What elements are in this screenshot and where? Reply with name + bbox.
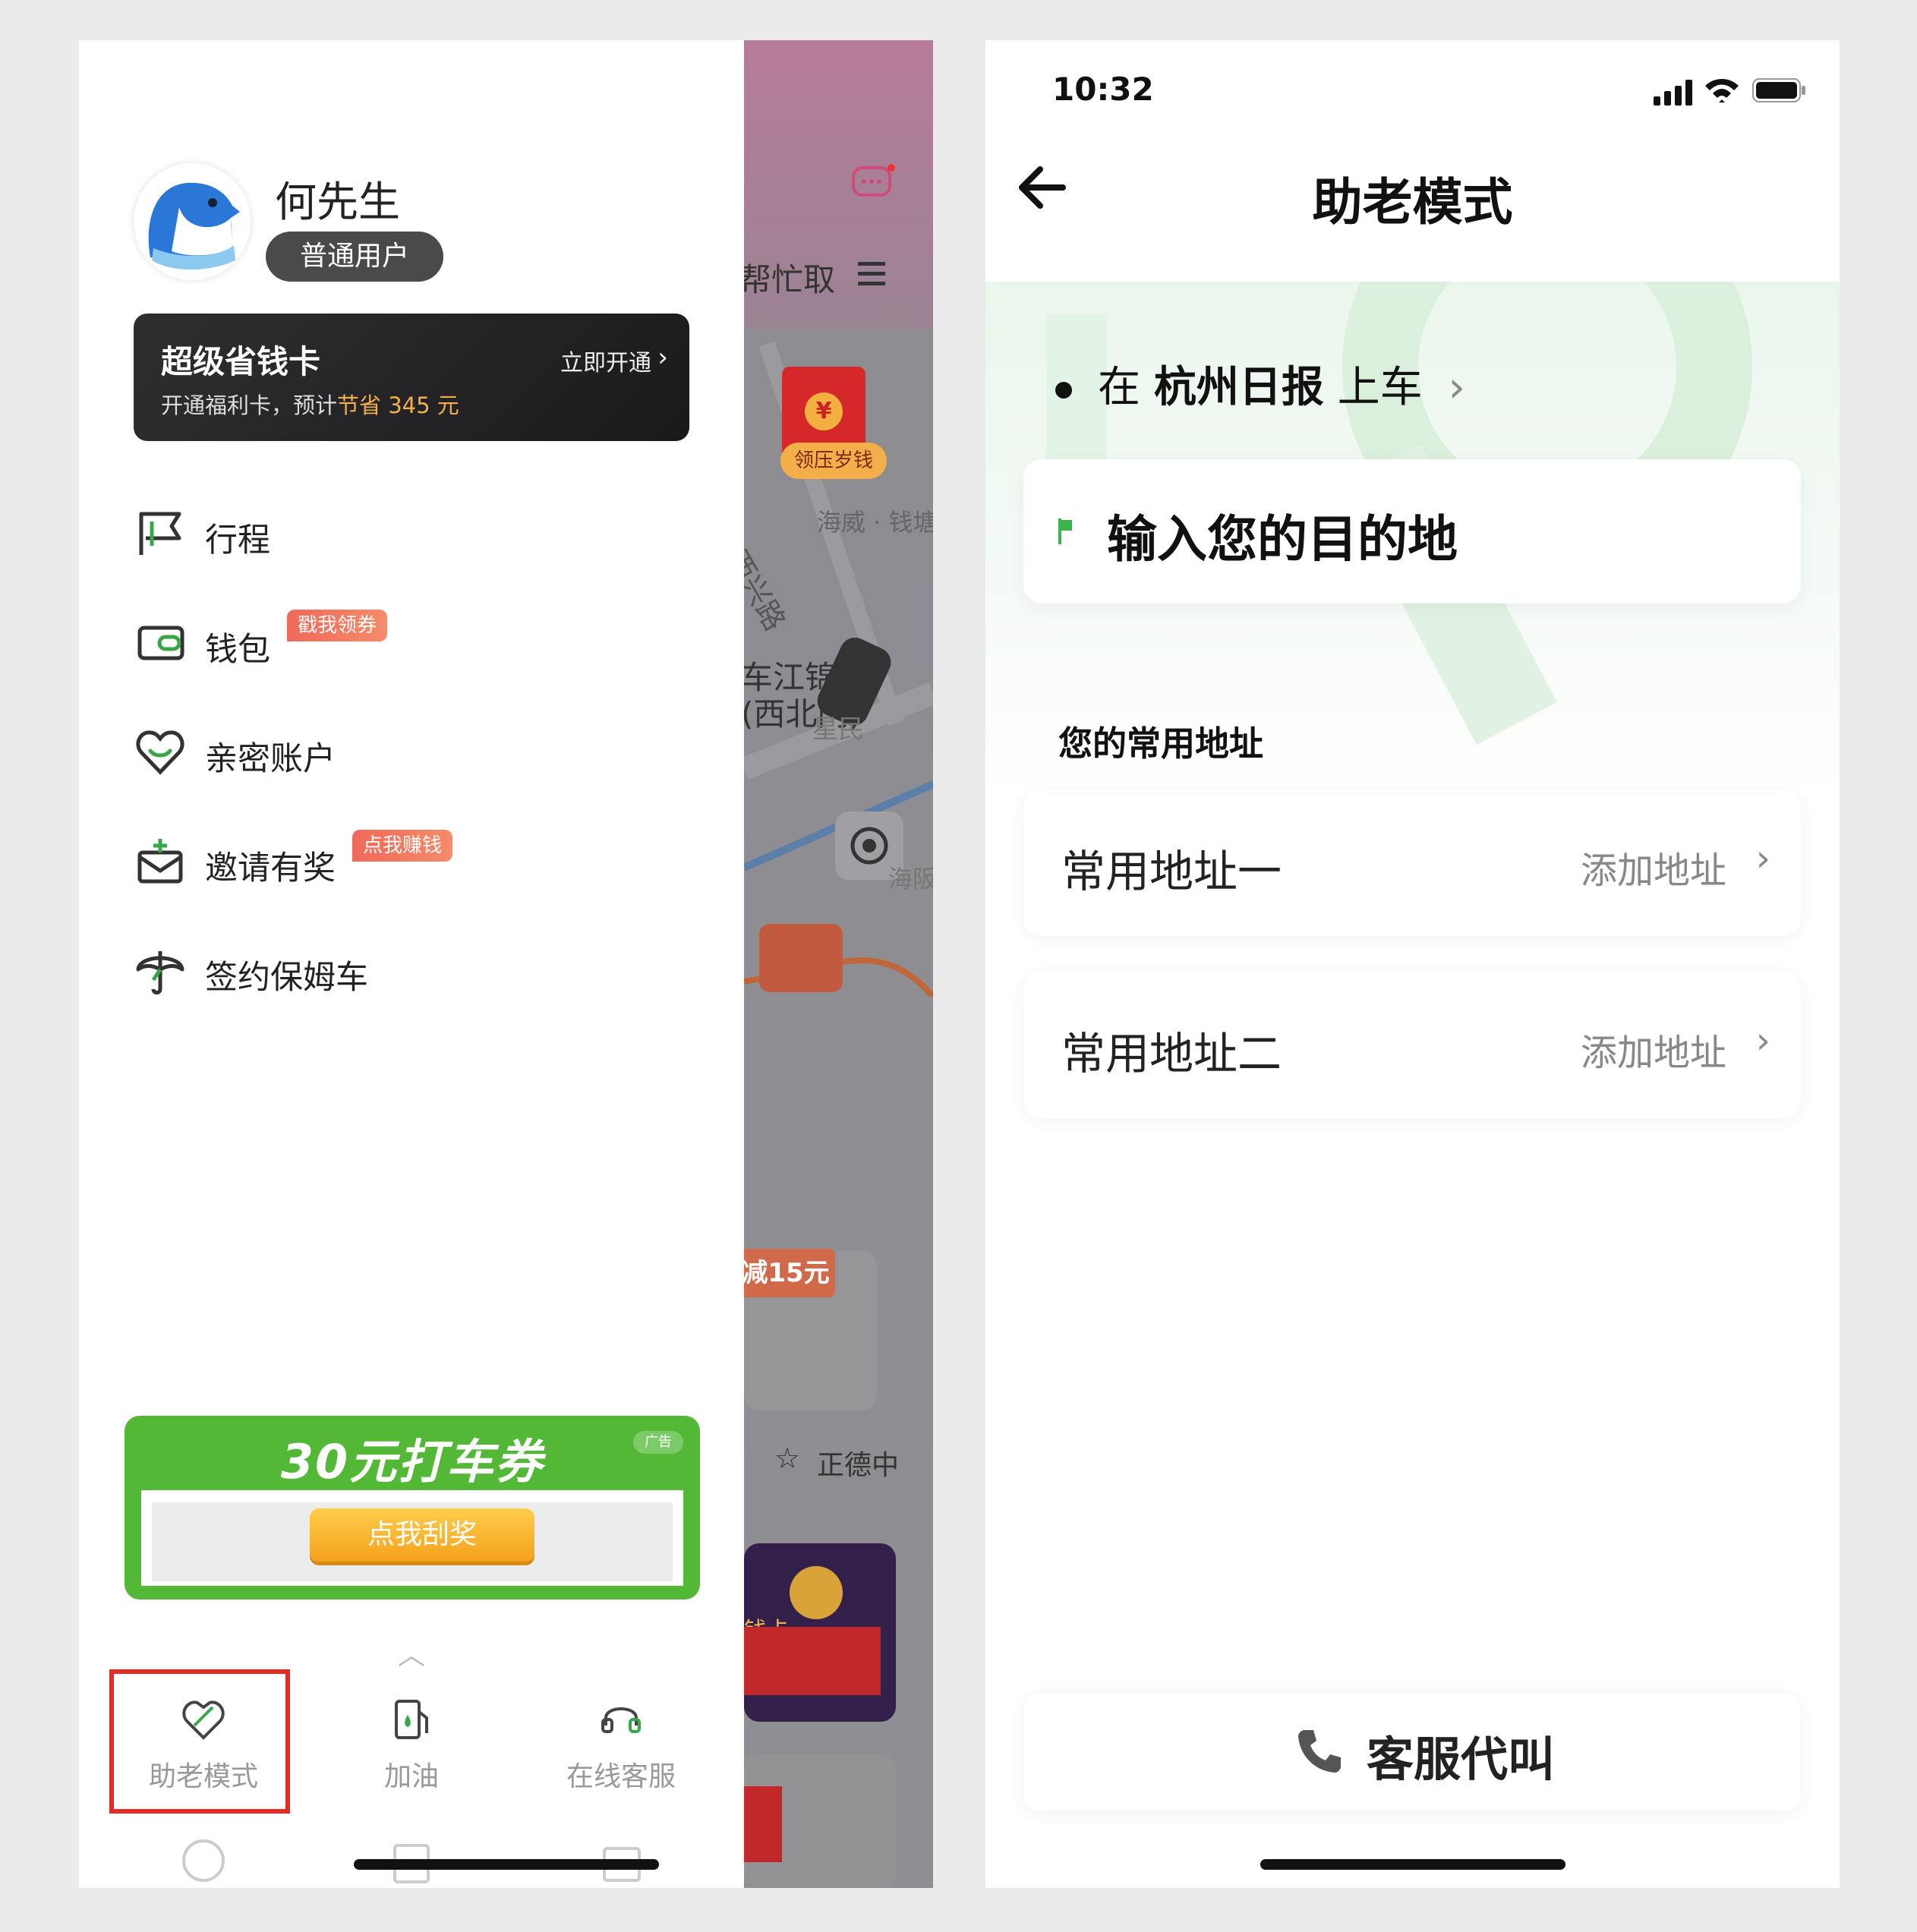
chevron-right-icon: ›	[657, 342, 668, 373]
savings-subtitle-text: 开通福利卡，预计	[161, 392, 338, 418]
side-drawer: 何先生 普通用户 超级省钱卡 开通福利卡，预计节省 345 元 立即开通 › 行…	[79, 40, 744, 1888]
menu-label: 亲密账户	[205, 740, 336, 778]
common-address-1[interactable]: 常用地址一 添加地址 ›	[1023, 790, 1801, 936]
ride-coupon-banner[interactable]: 30元打车券 广告 点我刮奖	[125, 1416, 700, 1599]
menu-item-invite[interactable]: 邀请有奖 点我赚钱	[134, 830, 665, 895]
wallet-icon	[137, 626, 184, 660]
destination-flag-icon	[1058, 518, 1072, 544]
savings-card-title: 超级省钱卡	[161, 343, 321, 380]
promo-envelope	[744, 1627, 881, 1695]
map-place-label: 海威 · 钱塘	[817, 508, 933, 537]
chevron-right-icon: ›	[1755, 1020, 1770, 1062]
section-title: 您的常用地址	[1058, 723, 1264, 764]
right-phone: 10:32 助老模式 在 杭州日报 上车 › 输入您的目的地 您的常用地址 常用…	[985, 40, 1840, 1888]
red-packet-label[interactable]: 领压岁钱	[780, 443, 887, 479]
user-name: 何先生	[275, 178, 401, 226]
battery-icon	[1752, 78, 1805, 102]
pickup-suffix: 上车	[1337, 363, 1423, 412]
red-envelope	[744, 1786, 782, 1862]
coupon-tag[interactable]: 戳我领券	[287, 610, 388, 641]
promo-icon[interactable]	[759, 924, 843, 992]
fuel-icon	[395, 1700, 428, 1739]
scratch-button[interactable]: 点我刮奖	[310, 1508, 534, 1562]
map-place-label: 海阪	[888, 865, 933, 894]
signal-icon	[1654, 80, 1692, 106]
address-name: 常用地址二	[1061, 1028, 1282, 1079]
avatar[interactable]	[134, 163, 251, 280]
wifi-icon	[1705, 79, 1739, 102]
menu-label: 邀请有奖	[205, 849, 336, 887]
address-name: 常用地址一	[1061, 846, 1282, 897]
scratch-area[interactable]: 点我刮奖	[141, 1490, 683, 1586]
map-tab-help[interactable]: 帮忙取	[744, 254, 835, 301]
savings-amount: 节省 345 元	[337, 392, 459, 418]
chevron-right-icon: ›	[1448, 363, 1465, 412]
home-indicator	[354, 1859, 659, 1870]
steering-wheel-icon[interactable]	[182, 1839, 225, 1882]
menu-item-nanny-car[interactable]: 签约保姆车	[134, 944, 665, 1004]
status-time: 10:32	[1052, 71, 1154, 108]
menu-item-trips[interactable]: 行程	[134, 506, 665, 567]
savings-card[interactable]: 超级省钱卡 开通福利卡，预计节省 345 元 立即开通 ›	[134, 314, 689, 441]
add-address-link[interactable]: 添加地址	[1581, 840, 1726, 894]
pickup-location[interactable]: 在 杭州日报 上车 ›	[1055, 353, 1465, 414]
star-icon[interactable]: ☆	[774, 1442, 800, 1475]
heart-icon	[136, 730, 184, 775]
menu-item-wallet[interactable]: 钱包 戳我领券	[134, 610, 665, 676]
headset-icon	[601, 1707, 641, 1733]
flag-icon	[139, 512, 181, 555]
user-level-badge[interactable]: 普通用户	[266, 232, 443, 282]
destination-input[interactable]: 输入您的目的地	[1023, 459, 1801, 604]
page-title: 助老模式	[1312, 173, 1513, 232]
menu-icon[interactable]	[858, 260, 891, 288]
home-indicator	[1260, 1859, 1565, 1870]
chat-bubble-icon[interactable]	[850, 163, 896, 206]
destination-placeholder: 输入您的目的地	[1107, 510, 1458, 569]
chevron-up-icon[interactable]: ︿	[398, 1633, 425, 1672]
activate-link[interactable]: 立即开通	[560, 344, 651, 377]
nav-label: 加油	[383, 1761, 439, 1792]
ad-label: 广告	[633, 1431, 683, 1454]
pickup-prefix: 在	[1098, 363, 1140, 412]
add-address-link[interactable]: 添加地址	[1581, 1023, 1726, 1076]
pickup-place: 杭州日报	[1153, 363, 1324, 412]
phone-icon	[1298, 1730, 1341, 1773]
coin-icon	[790, 1566, 843, 1619]
nav-fuel[interactable]: 加油	[320, 1672, 503, 1817]
favorite-place-label[interactable]: 正德中	[817, 1443, 899, 1483]
menu-label: 行程	[205, 522, 270, 559]
customer-service-call-button[interactable]: 客服代叫	[1023, 1694, 1801, 1811]
menu-label: 签约保姆车	[205, 959, 368, 997]
left-phone: 帮忙取 ¥ 领压岁钱 海威 · 钱塘 西兴路 车江锦 (西北门) 星民 海阪 减…	[79, 40, 933, 1888]
coupon-title: 30元打车券	[280, 1434, 544, 1489]
chevron-right-icon: ›	[1755, 837, 1770, 880]
common-address-2[interactable]: 常用地址二 添加地址 ›	[1023, 972, 1801, 1118]
pickup-dot-icon	[1055, 381, 1072, 399]
nav-online-service[interactable]: 在线客服	[530, 1672, 712, 1817]
status-bar: 10:32	[985, 40, 1840, 131]
yuan-coin-icon: ¥	[805, 392, 843, 430]
menu-item-family-account[interactable]: 亲密账户	[134, 725, 665, 786]
discount-badge: 减15元	[744, 1249, 835, 1297]
highlight-box	[109, 1669, 290, 1814]
nav-label: 在线客服	[566, 1761, 676, 1792]
umbrella-icon	[136, 951, 184, 994]
savings-card-subtitle: 开通福利卡，预计节省 345 元	[161, 388, 459, 420]
invite-icon	[137, 839, 183, 884]
menu-label: 钱包	[205, 631, 270, 669]
earn-tag[interactable]: 点我赚钱	[352, 830, 453, 862]
call-button-label: 客服代叫	[1367, 1732, 1556, 1787]
map-place-label: 星民	[812, 714, 864, 745]
penguin-avatar-icon	[148, 182, 240, 269]
map-background[interactable]: 帮忙取 ¥ 领压岁钱 海威 · 钱塘 西兴路 车江锦 (西北门) 星民 海阪 减…	[744, 40, 933, 1888]
